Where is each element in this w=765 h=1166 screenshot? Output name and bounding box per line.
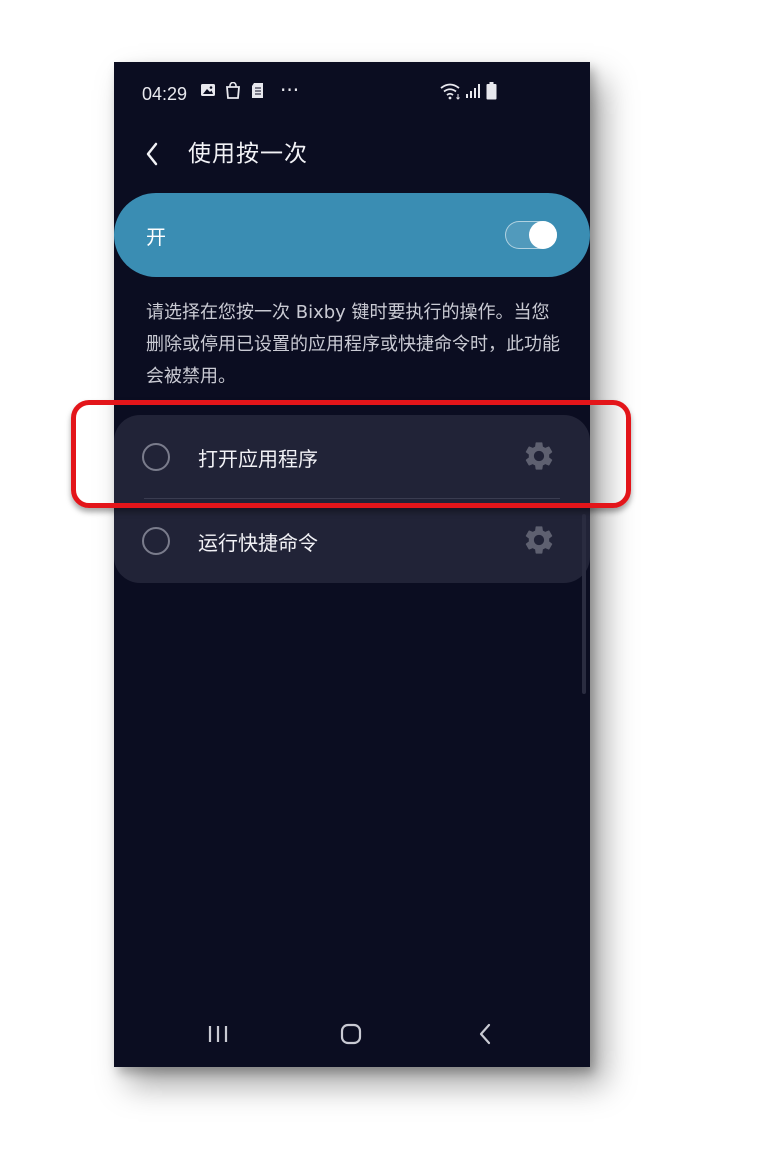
signal-icon: [466, 84, 480, 98]
highlight-annotation: [71, 400, 631, 508]
home-icon: [340, 1023, 362, 1045]
radio-button[interactable]: [142, 527, 170, 555]
gear-icon[interactable]: [522, 523, 556, 557]
chevron-left-icon: [146, 142, 158, 166]
scrollbar[interactable]: [582, 514, 586, 694]
wifi-icon: [440, 83, 460, 100]
back-icon: [479, 1023, 491, 1045]
master-toggle[interactable]: [505, 221, 557, 249]
shopping-bag-icon: [226, 82, 240, 99]
phone-screen: 04:29 ··· 使用按一次 开 请选择在您按一次 Bixby 键时要执行的操…: [114, 62, 590, 1067]
battery-icon: [486, 82, 497, 100]
status-time: 04:29: [142, 84, 188, 104]
gallery-icon: [201, 84, 215, 96]
navigation-bar: [114, 1002, 590, 1067]
sim-card-icon: [252, 83, 263, 98]
description-text: 请选择在您按一次 Bixby 键时要执行的操作。当您删除或停用已设置的应用程序或…: [146, 302, 560, 387]
toggle-knob: [529, 221, 557, 249]
more-notifications-icon: ···: [280, 78, 300, 102]
home-button[interactable]: [327, 1014, 375, 1054]
status-bar: 04:29 ···: [114, 62, 590, 122]
recent-apps-button[interactable]: [194, 1014, 242, 1054]
header: 使用按一次: [114, 122, 590, 182]
nav-back-button[interactable]: [460, 1014, 508, 1054]
option-run-shortcut[interactable]: 运行快捷命令: [114, 499, 590, 583]
page-title: 使用按一次: [188, 141, 308, 167]
back-button[interactable]: [136, 132, 168, 172]
master-switch-bar[interactable]: 开: [114, 193, 590, 277]
recent-apps-icon: [208, 1026, 228, 1042]
option-label: 运行快捷命令: [198, 531, 318, 555]
master-switch-label: 开: [146, 225, 166, 249]
